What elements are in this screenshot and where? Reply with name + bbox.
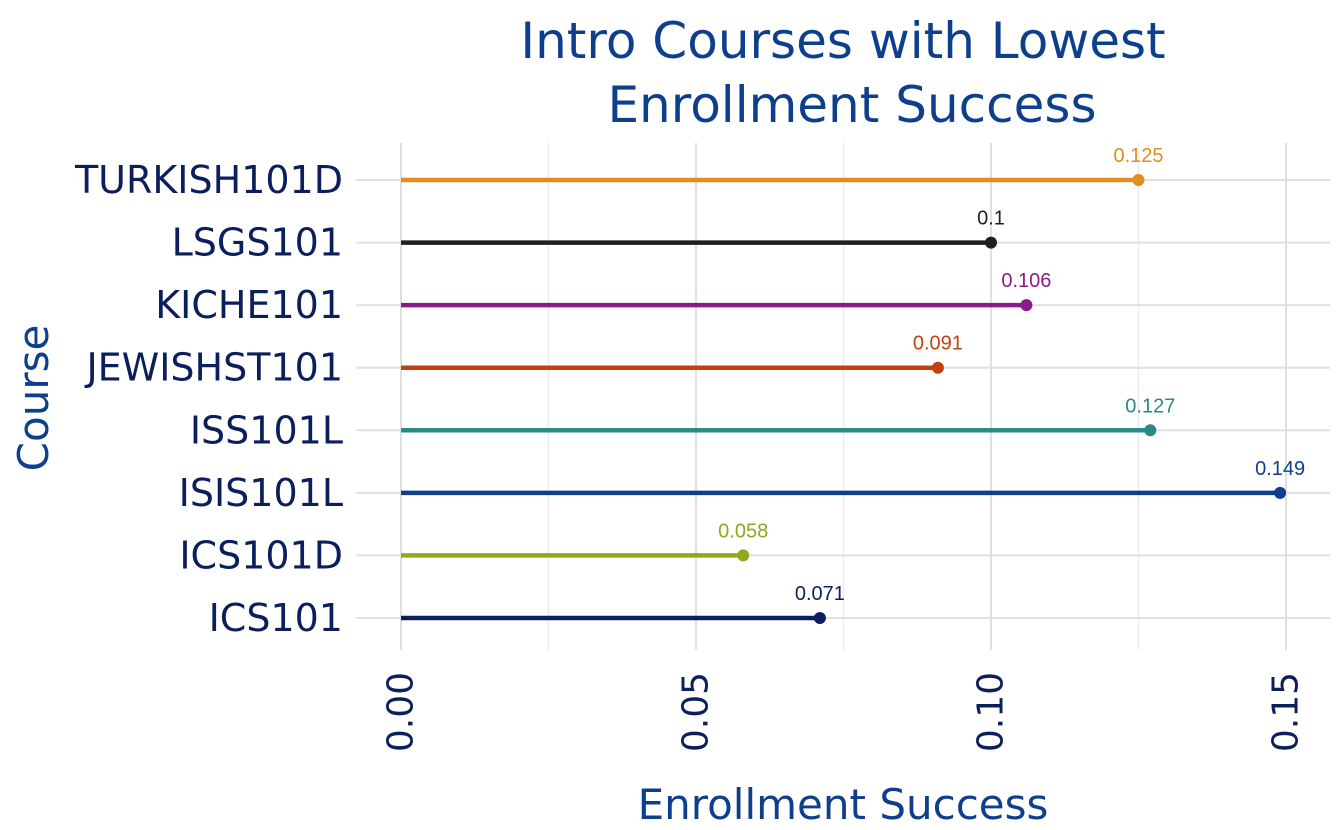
- category-labels: TURKISH101D LSGS101 KICHE101 JEWISHST101 ISS…: [74, 158, 343, 640]
- x-tick-labels: 0.00 0.05 0.10 0.15: [381, 672, 1307, 752]
- data-label: 0.058: [718, 520, 768, 542]
- category-label: ICS101D: [179, 533, 343, 577]
- category-label: JEWISHST101: [84, 346, 343, 390]
- data-label: 0.091: [913, 333, 963, 355]
- lollipop-point: [1020, 299, 1033, 312]
- category-label: ICS101: [209, 596, 343, 640]
- data-label: 0.125: [1113, 145, 1163, 167]
- lollipop-point: [1144, 424, 1157, 437]
- lollipop-point: [931, 361, 944, 374]
- y-axis-title: Course: [9, 325, 58, 472]
- data-label: 0.071: [795, 583, 845, 605]
- category-label: ISS101L: [190, 408, 343, 452]
- lollipop-chart: 0.125 0.1 0.106 0.091 0.127 0.149 0.058 0.071 T…: [9, 12, 1330, 829]
- x-tick-label: 0.10: [971, 672, 1012, 752]
- lollipop-point: [813, 611, 826, 624]
- x-tick-label: 0.00: [381, 672, 422, 752]
- chart-title-line1: Intro Courses with Lowest: [520, 12, 1165, 70]
- data-label: 0.127: [1125, 395, 1175, 417]
- category-label: TURKISH101D: [74, 158, 343, 202]
- category-label: ISIS101L: [179, 471, 343, 515]
- chart-title-line2: Enrollment Success: [607, 76, 1096, 134]
- lollipop-series: 0.125 0.1 0.106 0.091 0.127 0.149 0.058 0.071: [401, 145, 1305, 624]
- x-tick-label: 0.15: [1266, 672, 1307, 752]
- category-label: LSGS101: [172, 221, 343, 265]
- lollipop-point: [985, 236, 997, 249]
- lollipop-point: [1132, 174, 1145, 186]
- data-label: 0.149: [1255, 458, 1305, 480]
- category-label: KICHE101: [155, 283, 343, 327]
- x-tick-label: 0.05: [676, 672, 717, 752]
- lollipop-point: [1274, 486, 1287, 499]
- data-label: 0.1: [977, 208, 1005, 230]
- grid-lines: [356, 143, 1330, 650]
- x-axis-title: Enrollment Success: [638, 780, 1049, 829]
- data-label: 0.106: [1001, 270, 1051, 292]
- lollipop-point: [737, 549, 750, 562]
